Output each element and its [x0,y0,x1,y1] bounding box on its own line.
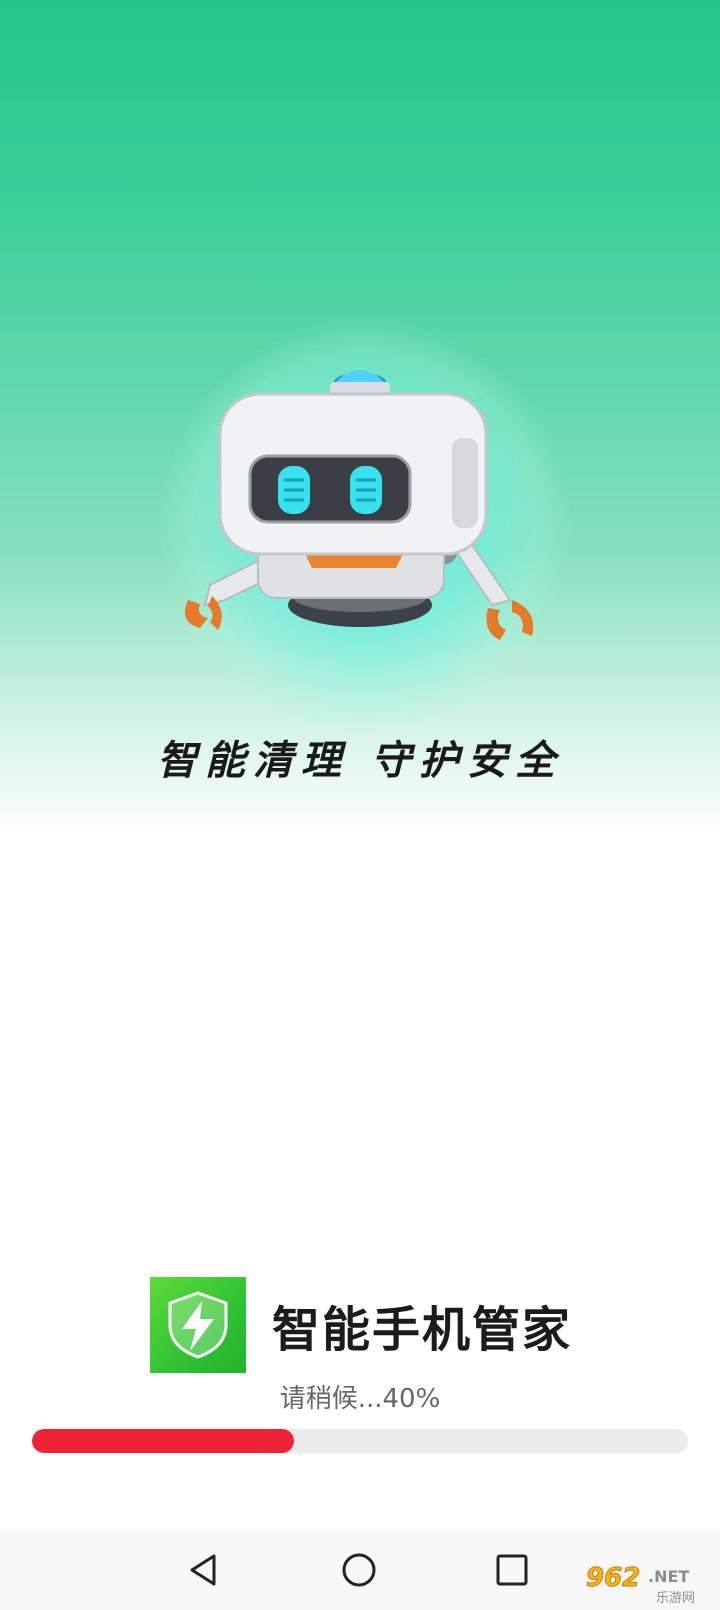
loading-progress-bar [32,1429,688,1453]
svg-text:.NET: .NET [648,1567,689,1586]
progress-fill [32,1429,295,1453]
watermark-logo: 962 .NET 乐游网 [586,1563,696,1607]
home-circle-icon [342,1553,376,1587]
nav-home-button[interactable] [333,1544,385,1596]
lightning-shield-icon [168,1291,228,1359]
svg-text:乐游网: 乐游网 [656,1591,695,1606]
nav-back-button[interactable] [178,1544,230,1596]
robot-mascot-illustration [184,370,534,640]
app-name: 智能手机管家 [272,1302,573,1358]
loading-status-text: 请稍候...40% [279,1384,441,1414]
app-logo [150,1277,246,1373]
brand-row: 智能手机管家 [150,1277,572,1373]
slogan-text: 智能清理 守护安全 [157,738,563,784]
back-triangle-icon [190,1554,216,1586]
nav-recents-button[interactable] [486,1544,538,1596]
svg-text:962: 962 [586,1563,640,1593]
recents-square-icon [496,1554,528,1586]
splash-screen: 智能清理 守护安全 智能手机管家 请稍候...40% 962 .NET 乐游网 [0,0,720,1610]
